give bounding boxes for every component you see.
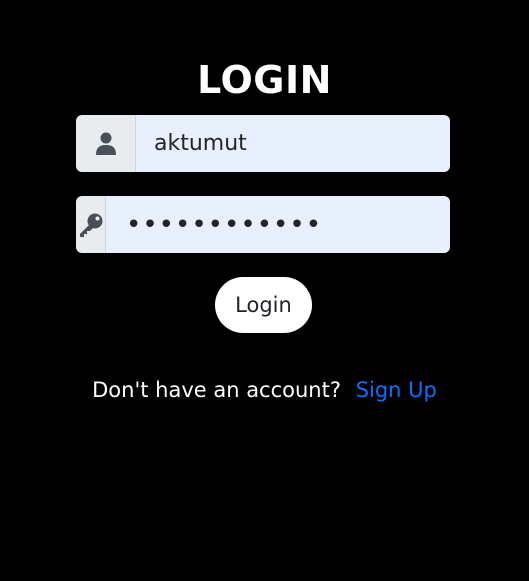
password-field[interactable] <box>106 196 450 253</box>
page-title: LOGIN <box>197 58 332 102</box>
username-field[interactable] <box>136 115 450 172</box>
signup-link[interactable]: Sign Up <box>356 378 437 402</box>
signup-prompt-text: Don't have an account? <box>92 378 341 402</box>
signup-prompt: Don't have an account? Sign Up <box>0 374 529 406</box>
key-icon <box>79 213 102 237</box>
password-addon <box>76 196 106 253</box>
user-icon <box>95 132 116 155</box>
login-button[interactable]: Login <box>215 277 312 333</box>
username-input-group <box>76 115 450 172</box>
username-addon <box>76 115 136 172</box>
password-input-group <box>76 196 450 253</box>
